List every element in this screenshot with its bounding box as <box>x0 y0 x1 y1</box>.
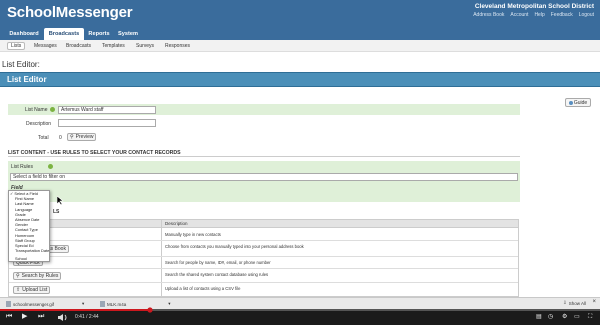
table-header: Description <box>9 220 518 228</box>
download-bar: schoolmessenger.gif ▾ MLK.m4a ▾ ⇩ Show A… <box>0 297 600 309</box>
app-logo[interactable]: SchoolMessenger <box>7 4 133 21</box>
search-icon: ⚲ <box>16 273 20 279</box>
search-by-rules-button[interactable]: ⚲ Search by Rules <box>13 272 62 280</box>
download-item[interactable]: schoolmessenger.gif ▾ <box>6 300 84 308</box>
chevron-down-icon[interactable]: ▾ <box>82 301 84 307</box>
upload-list-label: Upload List <box>22 287 48 293</box>
previous-icon[interactable]: ⏮ <box>6 313 12 321</box>
row-description: Search for people by name, ID#, email, o… <box>165 260 271 265</box>
download-filename: schoolmessenger.gif <box>13 301 55 307</box>
guide-button[interactable]: Guide <box>565 98 591 107</box>
row-description: Upload a list of contacts using a CSV fi… <box>165 286 241 291</box>
chevron-down-icon[interactable]: ▾ <box>168 301 170 307</box>
upload-icon: ⇧ <box>16 287 21 293</box>
section-divider <box>8 156 520 157</box>
tab-broadcasts[interactable]: Broadcasts <box>44 28 84 40</box>
district-name: Cleveland Metropolitan School District <box>474 3 594 10</box>
tab-dashboard[interactable]: Dashboard <box>6 28 42 40</box>
row-description: Manually type in new contacts <box>165 232 221 237</box>
subtab-responses[interactable]: Responses <box>162 42 193 50</box>
total-label: Total <box>38 135 49 141</box>
magnifier-icon: ⚲ <box>70 134 74 140</box>
row-description: Search the shared system contact databas… <box>165 272 269 277</box>
table-row: Quick Pick Search for people by name, ID… <box>9 257 518 269</box>
dropdown-option[interactable]: Transportation Date <box>9 248 49 253</box>
video-progress-bar[interactable] <box>0 309 600 311</box>
file-icon <box>100 301 105 307</box>
theater-icon[interactable]: ▭ <box>574 313 580 321</box>
guide-label: Guide <box>573 99 588 106</box>
video-progress-fill <box>0 309 150 311</box>
subtab-messages[interactable]: Messages <box>31 42 60 50</box>
editor-title-bar: List Editor <box>0 72 600 87</box>
column-description: Description <box>165 221 188 226</box>
top-header: SchoolMessenger Cleveland Metropolitan S… <box>0 0 600 28</box>
table-row: ...ss Book Choose from contacts you manu… <box>9 241 518 257</box>
utility-links: Address Book Account Help Feedback Logou… <box>473 12 594 18</box>
add-rule-icon[interactable] <box>48 164 53 169</box>
total-value: 0 <box>59 135 62 141</box>
watch-later-icon[interactable]: ◷ <box>548 313 553 321</box>
volume-icon[interactable] <box>58 314 70 321</box>
scrubber-handle[interactable] <box>147 307 153 313</box>
sub-nav: Lists Messages Broadcasts Templates Surv… <box>0 40 600 52</box>
feedback-link[interactable]: Feedback <box>551 12 573 18</box>
add-contacts-heading-partial: LS <box>53 209 60 215</box>
help-link[interactable]: Help <box>534 12 544 18</box>
download-item[interactable]: MLK.m4a ▾ <box>100 300 171 308</box>
mouse-cursor-icon <box>57 196 64 205</box>
editor-title: List Editor <box>7 75 47 84</box>
captions-icon[interactable]: ▤ <box>536 313 542 321</box>
subtab-broadcasts[interactable]: Broadcasts <box>63 42 94 50</box>
table-row: ⚲ Search by Rules Search the shared syst… <box>9 269 518 283</box>
subtab-templates[interactable]: Templates <box>99 42 128 50</box>
description-label: Description <box>26 121 52 127</box>
list-name-label: List Name <box>25 107 48 113</box>
help-icon <box>568 100 573 105</box>
tab-reports[interactable]: Reports <box>86 28 112 40</box>
download-filename: MLK.m4a <box>107 301 127 307</box>
tab-system[interactable]: System <box>116 28 140 40</box>
field-dropdown[interactable]: ✓ Select a Field First Name Last Name La… <box>8 190 50 262</box>
preview-button[interactable]: ⚲ Preview <box>67 133 97 141</box>
list-rules-panel <box>8 161 520 202</box>
upload-list-button[interactable]: ⇧ Upload List <box>13 286 51 294</box>
file-icon <box>6 301 11 307</box>
row-description: Choose from contacts you manually typed … <box>165 244 304 249</box>
settings-icon[interactable]: ⚙ <box>562 313 567 321</box>
video-time: 0:41 / 2:44 <box>75 314 99 320</box>
main-nav: Dashboard Broadcasts Reports System <box>0 28 600 40</box>
valid-check-icon <box>50 107 55 112</box>
page-title: List Editor: <box>2 60 40 69</box>
rule-filter-input[interactable]: Select a field to filter on <box>10 173 518 181</box>
table-row: Manually type in new contacts <box>9 229 518 241</box>
subtab-surveys[interactable]: Surveys <box>133 42 157 50</box>
show-all-label: Show All <box>568 300 586 306</box>
logout-link[interactable]: Logout <box>579 12 594 18</box>
dropdown-option[interactable]: School <box>9 256 49 261</box>
next-icon[interactable]: ⏭ <box>38 313 44 321</box>
preview-label: Preview <box>75 134 94 140</box>
list-rules-label: List Rules <box>11 164 33 170</box>
fullscreen-icon[interactable]: ⛶ <box>588 313 592 321</box>
list-name-input[interactable]: Artemus Ward staff <box>58 106 156 114</box>
table-row: ⇧ Upload List Upload a list of contacts … <box>9 283 518 296</box>
close-icon[interactable]: × <box>592 299 596 305</box>
account-link[interactable]: Account <box>510 12 528 18</box>
show-all-downloads[interactable]: ⇩ Show All <box>563 300 586 306</box>
address-book-link[interactable]: Address Book <box>473 12 504 18</box>
subtab-lists[interactable]: Lists <box>7 42 26 50</box>
add-contacts-table: Description Manually type in new contact… <box>8 219 519 297</box>
download-arrow-icon: ⇩ <box>562 300 567 305</box>
description-input[interactable] <box>58 119 156 127</box>
play-icon[interactable]: ▶ <box>22 313 27 321</box>
search-by-rules-label: Search by Rules <box>21 273 59 279</box>
